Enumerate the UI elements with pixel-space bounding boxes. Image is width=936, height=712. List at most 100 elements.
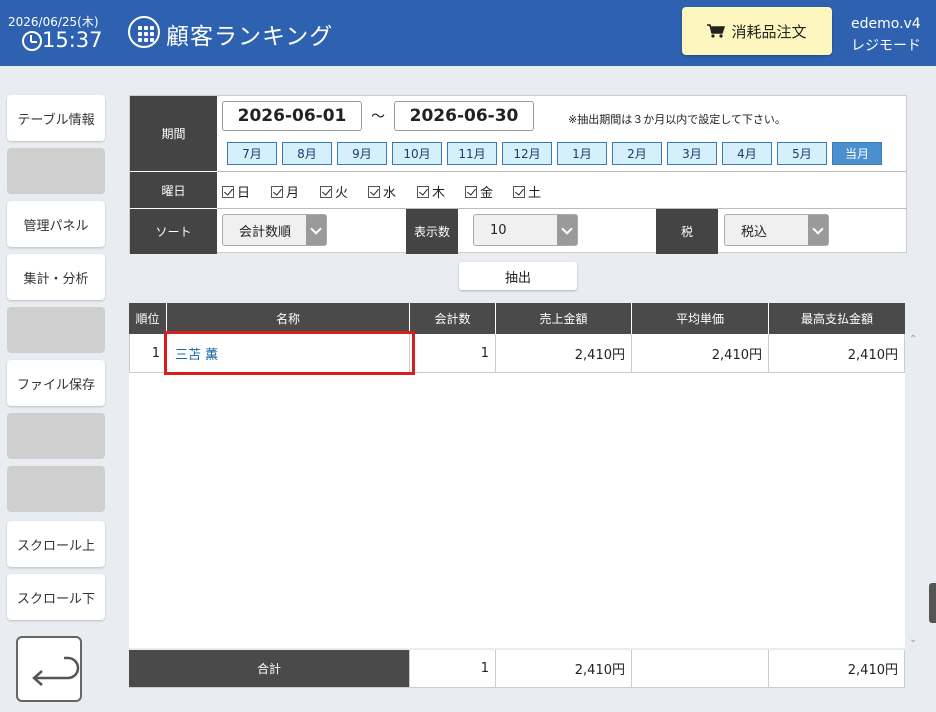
weekday-checkbox-wed[interactable]: 水 [368,182,396,201]
weekday-label: 曜日 [130,172,217,208]
checkbox-checked-icon [513,185,525,198]
count-value: 10 [490,222,507,238]
checkbox-checked-icon [222,185,234,198]
table-scrollbar[interactable]: ⌃ ⌄ [905,334,921,648]
sort-value: 会計数順 [239,224,292,240]
weekday-checkbox-sat[interactable]: 土 [513,182,541,201]
sidebar-item-admin-panel[interactable]: 管理パネル [7,201,105,247]
checkbox-checked-icon [271,185,283,198]
count-label: 表示数 [406,209,458,254]
chevron-down-icon [557,215,577,245]
sidebar-item-analytics[interactable]: 集計・分析 [7,254,105,300]
total-count: 1 [410,650,496,688]
weekday-text: 日 [237,186,251,201]
extract-button[interactable]: 抽出 [459,262,577,290]
month-button[interactable]: 9月 [337,142,387,165]
version-info: edemo.v4 レジモード [851,13,921,57]
date-from-input[interactable]: 2026-06-01 [222,101,362,131]
divider [217,171,907,172]
sidebar-item-empty[interactable] [7,466,105,512]
chevron-down-icon [306,215,326,245]
total-row: 合計 1 2,410円 2,410円 [129,650,905,688]
column-header-name: 名称 [167,303,410,334]
weekday-text: 木 [432,186,446,201]
month-button[interactable]: 8月 [282,142,332,165]
app-header: 2026/06/25(木) 15:37 顧客ランキング 消耗品注文 edemo.… [0,0,936,66]
current-month-button[interactable]: 当月 [832,142,882,165]
sort-label: ソート [130,209,217,254]
filter-panel: 期間 2026-06-01 ～ 2026-06-30 ※抽出期間は３か月以内で設… [129,95,907,254]
sidebar-item-scroll-down[interactable]: スクロール下 [7,574,105,620]
cart-icon [707,24,726,38]
page-title: 顧客ランキング [166,24,334,50]
column-header-max: 最高支払金額 [800,312,873,326]
checkbox-checked-icon [465,185,477,198]
weekday-text: 水 [383,186,397,201]
sort-select[interactable]: 会計数順 [222,214,327,246]
header-time-text: 15:37 [42,28,103,52]
month-button[interactable]: 12月 [502,142,552,165]
checkbox-checked-icon [320,185,332,198]
chevron-down-icon [808,215,828,245]
date-range-separator: ～ [371,109,385,125]
version-label: edemo.v4 [851,16,921,32]
table-cell-sales: 2,410円 [496,334,632,373]
weekday-checkbox-fri[interactable]: 金 [465,182,493,201]
weekday-checkbox-tue[interactable]: 火 [320,182,348,201]
month-button[interactable]: 3月 [667,142,717,165]
column-header-average: 平均単価 [632,303,769,334]
weekday-text: 金 [480,186,494,201]
header-time: 15:37 [22,28,103,52]
tax-select[interactable]: 税込 [724,214,829,246]
month-button[interactable]: 5月 [777,142,827,165]
table-cell-rank: 1 [129,334,167,373]
weekday-checkbox-sun[interactable]: 日 [222,182,250,201]
month-button[interactable]: 4月 [722,142,772,165]
period-note: ※抽出期間は３か月以内で設定して下さい。 [568,113,786,126]
month-button[interactable]: 10月 [392,142,442,165]
scroll-down-arrow-icon[interactable]: ⌄ [909,634,917,645]
count-select[interactable]: 10 [473,214,578,246]
sidebar-item-scroll-up[interactable]: スクロール上 [7,521,105,567]
edge-handle[interactable] [929,583,936,623]
table-cell-count: 1 [410,334,496,373]
scroll-up-arrow-icon[interactable]: ⌃ [909,334,917,345]
divider [217,208,907,209]
sidebar-item-table-info[interactable]: テーブル情報 [7,95,105,141]
sidebar-item-empty[interactable] [7,148,105,194]
period-label: 期間 [130,96,217,171]
app-grid-icon [128,16,160,48]
sidebar-item-empty[interactable] [7,413,105,459]
consumables-order-button[interactable]: 消耗品注文 [682,7,832,55]
checkbox-checked-icon [368,185,380,198]
table-cell-max: 2,410円 [769,334,905,373]
month-button[interactable]: 7月 [227,142,277,165]
weekday-checkbox-thu[interactable]: 木 [417,182,445,201]
sidebar-item-empty[interactable] [7,307,105,353]
tax-value: 税込 [741,224,768,240]
checkbox-checked-icon [417,185,429,198]
total-max: 2,410円 [769,650,905,688]
sidebar-item-save-file[interactable]: ファイル保存 [7,360,105,406]
month-button[interactable]: 11月 [447,142,497,165]
tax-label: 税 [656,209,718,254]
return-arrow-icon [32,656,80,686]
weekday-checkbox-mon[interactable]: 月 [271,182,299,201]
total-label: 合計 [129,650,410,688]
total-average [632,650,769,688]
weekday-text: 火 [335,186,349,201]
weekday-text: 月 [286,186,300,201]
highlight-box [164,331,415,375]
table-cell-average: 2,410円 [632,334,769,373]
column-header-count: 会計数 [410,303,496,334]
total-sales: 2,410円 [496,650,632,688]
column-header-sales: 売上金額 [496,303,632,334]
date-to-input[interactable]: 2026-06-30 [394,101,534,131]
weekday-text: 土 [528,186,542,201]
mode-label: レジモード [851,38,921,54]
back-button[interactable] [16,636,82,702]
month-button[interactable]: 2月 [612,142,662,165]
column-header-rank: 順位 [129,303,167,334]
consumables-order-label: 消耗品注文 [731,22,807,41]
month-button[interactable]: 1月 [557,142,607,165]
